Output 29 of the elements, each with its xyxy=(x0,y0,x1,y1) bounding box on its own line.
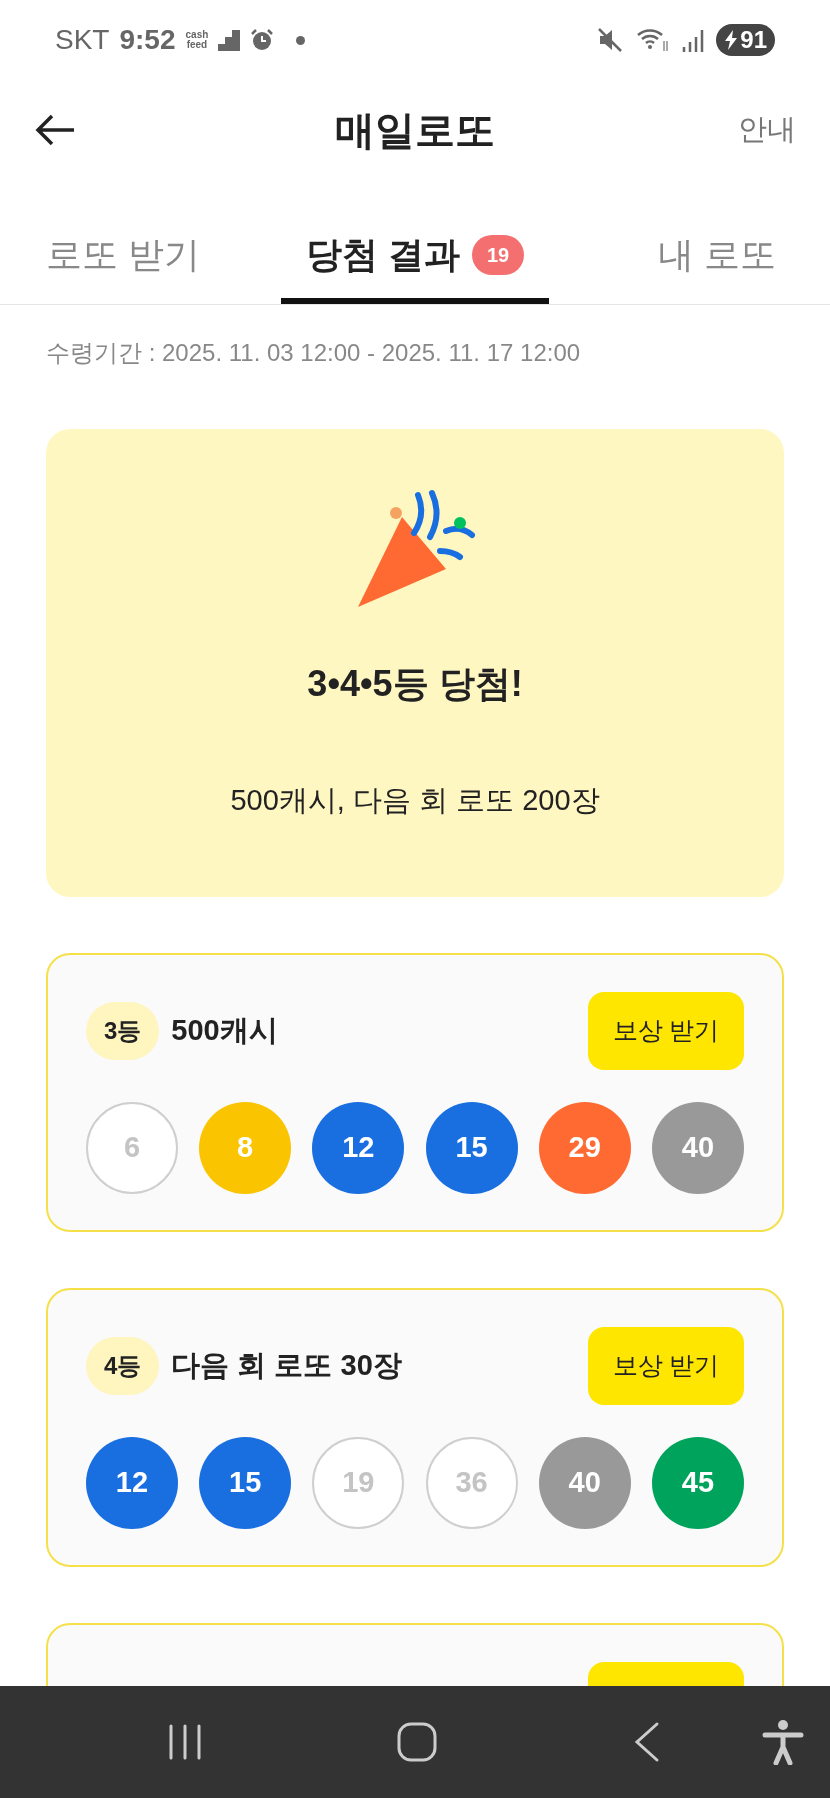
signal-icon xyxy=(682,28,705,52)
summary-title: 3•4•5등 당첨! xyxy=(307,662,523,706)
count-badge: 19 xyxy=(472,235,524,275)
page-title: 매일로또 xyxy=(335,107,495,154)
home-icon[interactable] xyxy=(396,1721,438,1763)
recent-apps-icon[interactable] xyxy=(167,1722,203,1762)
alarm-icon xyxy=(250,28,275,52)
rank-badge: 4등 xyxy=(86,1337,160,1395)
clock: 9:52 xyxy=(119,23,176,57)
stairs-icon xyxy=(218,29,241,51)
claim-button[interactable]: 보상 받기 xyxy=(588,992,744,1070)
battery-indicator: 91 xyxy=(716,24,775,56)
tab[interactable]: 당첨 결과 19 xyxy=(276,180,554,304)
claim-period: 수령기간 : 2025. 11. 03 12:00 - 2025. 11. 17 12:00 xyxy=(45,338,582,368)
back-arrow-icon[interactable] xyxy=(34,113,76,147)
carrier: SKT xyxy=(55,23,110,57)
summary-detail: 500캐시, 다음 회 로또 200장 xyxy=(230,783,600,818)
app-label: cash feed xyxy=(185,30,209,50)
bolt-icon xyxy=(724,30,739,50)
tab[interactable]: 내 로또 xyxy=(554,180,830,304)
prize-amount: 다음 회 로또 30장 xyxy=(171,1348,402,1384)
claim-button[interactable]: 보상 받기 xyxy=(588,1327,744,1405)
wifi-icon xyxy=(636,27,671,53)
back-icon[interactable] xyxy=(633,1721,661,1763)
info-link[interactable]: 안내 xyxy=(738,108,796,152)
tab[interactable]: 로또 받기 xyxy=(0,180,276,304)
rank-badge: 3등 xyxy=(86,1002,160,1060)
prize-amount: 500캐시 xyxy=(171,1013,278,1049)
accessibility-icon[interactable] xyxy=(762,1719,804,1765)
